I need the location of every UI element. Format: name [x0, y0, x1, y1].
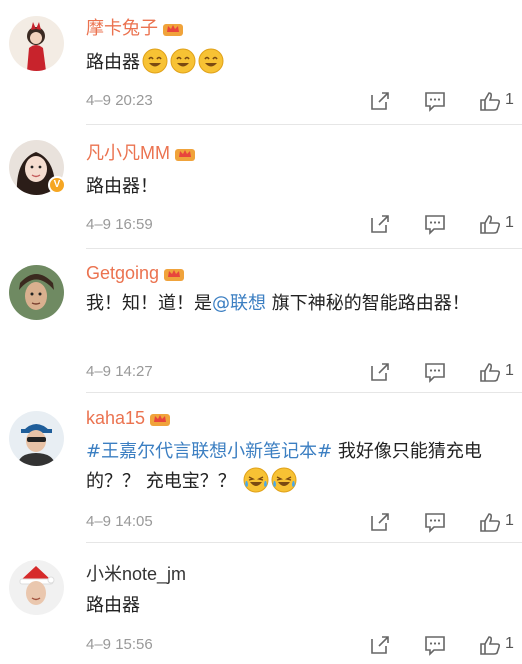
- avatar-image: [9, 265, 64, 320]
- comment-feed: 摩卡兔子 路由器 4–9 20:23 1 V 凡小凡MM 路由器！ 4–9 16…: [0, 0, 522, 664]
- like-count: 1: [505, 512, 514, 529]
- comment-text: 我！知！道！是@联想 旗下神秘的智能路由器！: [86, 289, 512, 319]
- comment-item: Getgoing 我！知！道！是@联想 旗下神秘的智能路由器！ 4–9 14:2…: [0, 249, 522, 393]
- verified-badge-icon: V: [48, 176, 66, 194]
- like-count: 1: [505, 91, 514, 108]
- mention-link[interactable]: @联想: [212, 293, 266, 314]
- comment-text: 路由器: [86, 591, 508, 621]
- smile-emoji: [142, 48, 168, 74]
- timestamp: 4–9 20:23: [86, 92, 153, 109]
- avatar[interactable]: [9, 560, 64, 615]
- share-icon[interactable]: [369, 511, 391, 533]
- comment-icon[interactable]: [424, 361, 446, 383]
- username-text: 凡小凡MM: [86, 143, 170, 163]
- comment-item: 摩卡兔子 路由器 4–9 20:23 1: [0, 0, 522, 125]
- username[interactable]: 凡小凡MM: [86, 142, 196, 164]
- comment-item: 小米note_jm 路由器 4–9 15:56 1: [0, 543, 522, 664]
- crown-icon: [163, 24, 183, 36]
- username-text: Getgoing: [86, 263, 160, 283]
- comment-text: 路由器: [86, 48, 508, 78]
- comment-item: V 凡小凡MM 路由器！ 4–9 16:59 1: [0, 125, 522, 249]
- username[interactable]: 小米note_jm: [86, 563, 186, 585]
- timestamp: 4–9 14:27: [86, 363, 153, 380]
- like-icon[interactable]: [479, 361, 501, 383]
- comment-text: 路由器！: [86, 172, 508, 202]
- comment-text-segment: 路由器: [86, 52, 140, 73]
- comment-icon[interactable]: [424, 213, 446, 235]
- like-icon[interactable]: [479, 213, 501, 235]
- comment-text-segment: 路由器: [86, 595, 140, 616]
- like-count: 1: [505, 362, 514, 379]
- timestamp: 4–9 15:56: [86, 636, 153, 653]
- avatar-image: [9, 411, 64, 466]
- like-icon[interactable]: [479, 511, 501, 533]
- smile-emoji: [170, 48, 196, 74]
- crown-icon: [150, 414, 171, 426]
- topic-link[interactable]: #王嘉尔代言联想小新笔记本#: [86, 441, 332, 462]
- crown-icon: [175, 149, 195, 161]
- comment-text: #王嘉尔代言联想小新笔记本# 我好像只能猜充电的？？ 充电宝？？: [86, 437, 510, 497]
- comment-icon[interactable]: [424, 634, 446, 656]
- comment-text-segment: 路由器！: [86, 176, 158, 197]
- like-count: 1: [505, 635, 514, 652]
- avatar-image: [9, 16, 64, 71]
- like-icon[interactable]: [479, 90, 501, 112]
- comment-icon[interactable]: [424, 90, 446, 112]
- share-icon[interactable]: [369, 213, 391, 235]
- username-text: kaha15: [86, 408, 146, 428]
- avatar[interactable]: [9, 16, 64, 71]
- username[interactable]: kaha15: [86, 407, 171, 429]
- username[interactable]: Getgoing: [86, 262, 185, 284]
- comment-text-segment: 旗下神秘的智能路由器！: [266, 293, 470, 314]
- like-count: 1: [505, 214, 514, 231]
- laugh-cry-emoji: [271, 467, 297, 493]
- crown-icon: [164, 269, 185, 281]
- comment-item: kaha15 #王嘉尔代言联想小新笔记本# 我好像只能猜充电的？？ 充电宝？？ …: [0, 393, 522, 543]
- laugh-cry-emoji: [243, 467, 269, 493]
- avatar[interactable]: [9, 411, 64, 466]
- avatar[interactable]: [9, 265, 64, 320]
- comment-icon[interactable]: [424, 511, 446, 533]
- smile-emoji: [198, 48, 224, 74]
- like-icon[interactable]: [479, 634, 501, 656]
- username-text: 摩卡兔子: [86, 18, 158, 38]
- username[interactable]: 摩卡兔子: [86, 17, 184, 39]
- avatar-image: [9, 560, 64, 615]
- comment-text-segment: 我！知！道！是: [86, 293, 212, 314]
- username-text: 小米note_jm: [86, 564, 187, 584]
- share-icon[interactable]: [369, 634, 391, 656]
- share-icon[interactable]: [369, 90, 391, 112]
- share-icon[interactable]: [369, 361, 391, 383]
- timestamp: 4–9 16:59: [86, 216, 153, 233]
- timestamp: 4–9 14:05: [86, 513, 153, 530]
